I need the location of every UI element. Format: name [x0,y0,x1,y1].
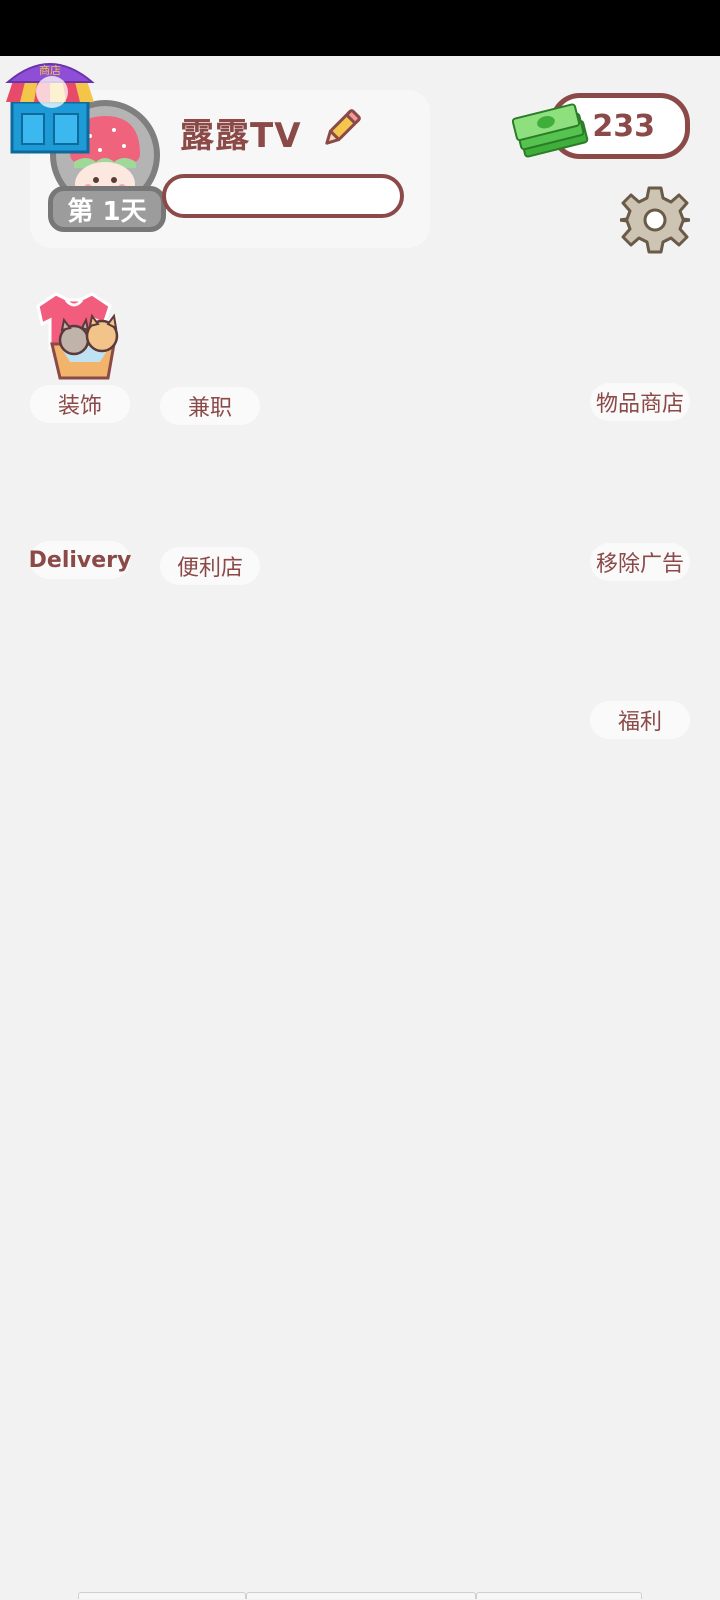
menu-delivery-button[interactable]: Delivery [29,541,131,579]
progress-bar [162,174,404,218]
menu-decoration-button[interactable]: 装饰 [30,385,130,423]
status-bar [0,0,720,56]
menu-welfare-button[interactable]: 福利 [590,701,690,739]
bottom-tab-2[interactable] [246,1592,476,1599]
shop-icon[interactable]: 商店 [4,56,96,156]
menu-remove-ads-button[interactable]: 移除广告 [590,543,690,581]
gear-icon[interactable] [620,185,690,255]
bottom-tab-1[interactable] [78,1592,246,1599]
shop-label: 商店 [39,63,61,77]
bottom-tab-3[interactable] [476,1592,642,1599]
menu-convenience-store-button[interactable]: 便利店 [160,547,260,585]
username[interactable]: 露露TV [180,108,302,157]
money-stack-icon [512,103,589,158]
menu-parttime-button[interactable]: 兼职 [160,387,260,425]
pencil-edit-icon[interactable] [318,106,364,152]
menu-item-shop-button[interactable]: 物品商店 [590,383,690,421]
day-badge: 第 1天 [48,186,166,232]
decoration-shirt-cats-icon[interactable] [30,288,134,384]
